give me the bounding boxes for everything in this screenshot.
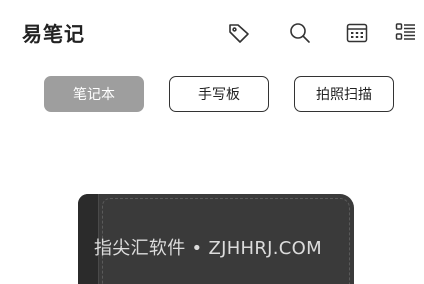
calendar-icon [346, 23, 368, 43]
app-title: 易笔记 [22, 22, 85, 46]
tag-icon [229, 24, 249, 43]
tag-button[interactable] [226, 20, 252, 46]
calendar-button[interactable] [344, 20, 370, 46]
watermark: 指尖汇软件 • ZJHHRJ.COM [94, 238, 322, 259]
list-view-button[interactable] [393, 20, 419, 46]
search-button[interactable] [287, 20, 313, 46]
tab-photo-scan[interactable]: 拍照扫描 [294, 76, 394, 112]
app-header: 易笔记 [0, 0, 424, 66]
tab-notebook[interactable]: 笔记本 [44, 76, 144, 112]
list-view-icon [395, 23, 415, 40]
category-tabs: 笔记本 手写板 拍照扫描 [0, 76, 424, 114]
tab-handwriting[interactable]: 手写板 [169, 76, 269, 112]
search-icon [290, 23, 310, 43]
